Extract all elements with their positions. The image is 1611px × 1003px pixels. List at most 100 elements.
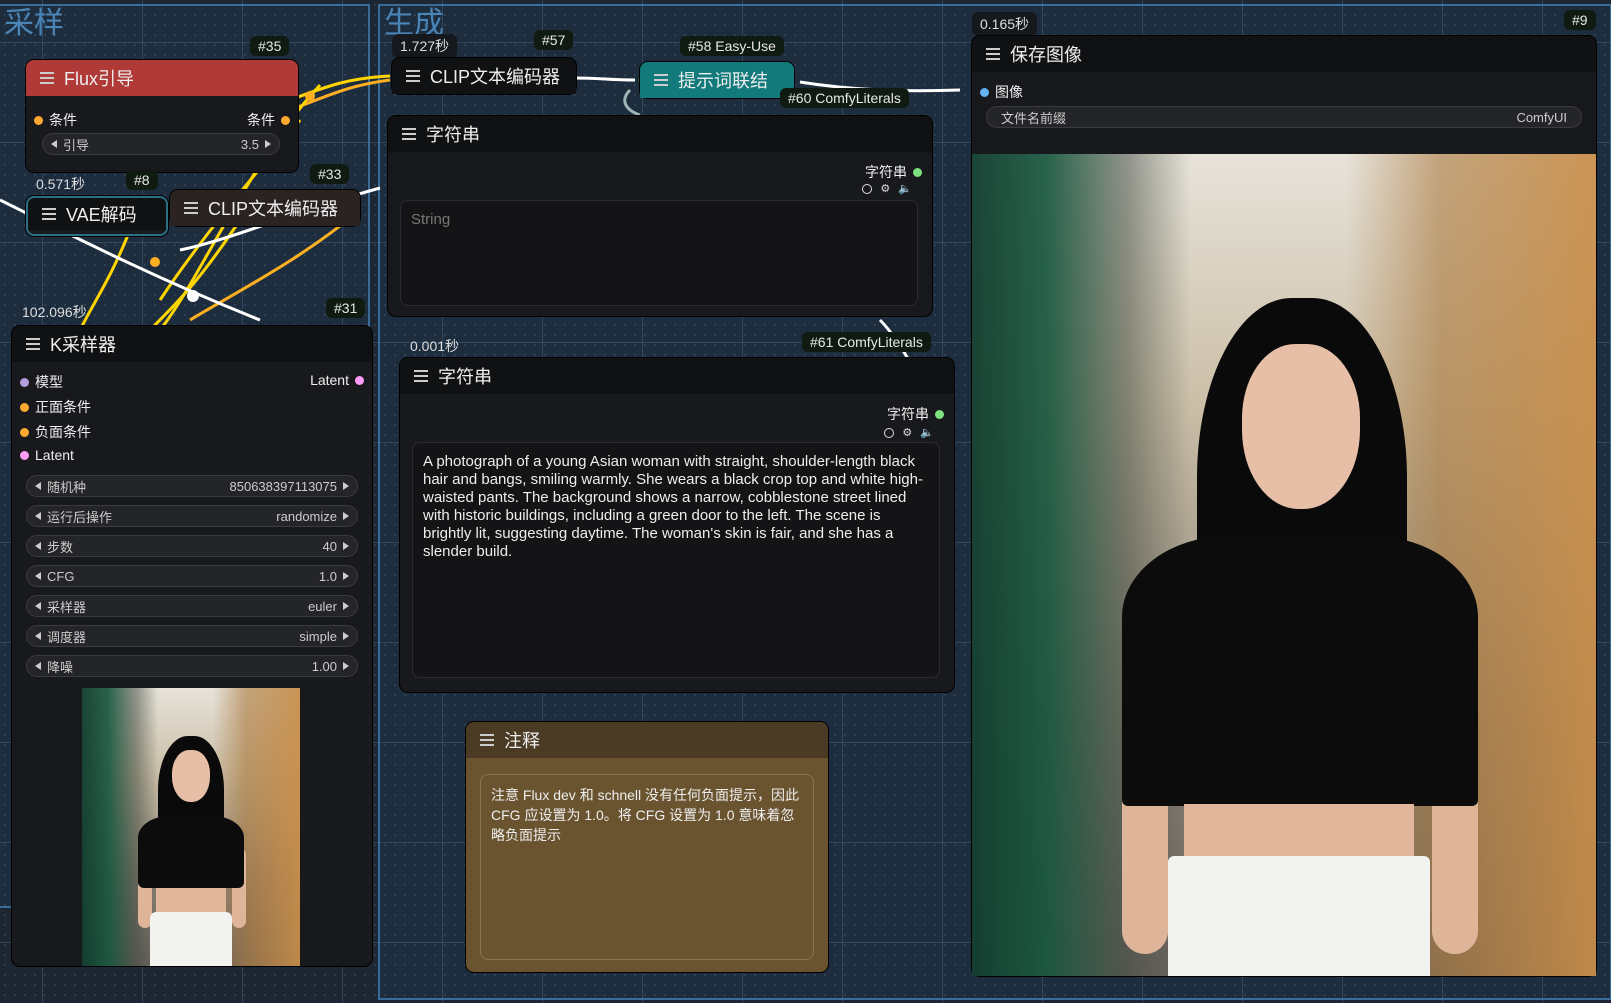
arrow-right-icon[interactable] [265,140,271,148]
slot-dot[interactable] [20,377,29,387]
node-header[interactable]: CLIP文本编码器 [170,190,360,226]
output-slot-string[interactable]: 字符串 [865,162,922,182]
input-slot-model[interactable]: 模型 [20,372,63,392]
sampler-widget[interactable]: 采样器 euler [26,595,358,617]
seed-widget[interactable]: 随机种 850638397113075 [26,475,358,497]
hamburger-icon[interactable] [480,731,494,749]
gear-icon[interactable]: ⚙ [902,426,912,439]
slot-dot[interactable] [20,450,29,460]
slot-dot[interactable] [34,115,43,125]
hamburger-icon[interactable] [402,125,416,143]
node-header[interactable]: 保存图像 [972,36,1596,72]
arrow-right-icon[interactable] [343,662,349,670]
arrow-right-icon[interactable] [343,512,349,520]
clip-text-encode-node-57[interactable]: CLIP文本编码器 [392,58,576,94]
face-shape [172,750,210,802]
steps-widget[interactable]: 步数 40 [26,535,358,557]
arrow-right-icon[interactable] [343,542,349,550]
prompt-join-node[interactable]: 提示词联结 [640,62,794,98]
control-after-generate-widget[interactable]: 运行后操作 randomize [26,505,358,527]
arrow-left-icon[interactable] [35,542,41,550]
arrow-left-icon[interactable] [35,572,41,580]
input-slot-negative[interactable]: 负面条件 [20,422,91,442]
circle-icon[interactable] [862,183,873,194]
node-header[interactable]: 字符串 [400,358,954,394]
input-slot-latent[interactable]: Latent [20,447,74,463]
note-node[interactable]: 注释 注意 Flux dev 和 schnell 没有任何负面提示，因此 CFG… [466,722,828,972]
node-id-badge: #61 ComfyLiterals [802,332,931,352]
hamburger-icon[interactable] [26,335,40,353]
hamburger-icon[interactable] [654,71,668,89]
arrow-right-icon[interactable] [343,632,349,640]
arrow-right-icon[interactable] [343,572,349,580]
widget-value: simple [299,628,337,644]
denoise-widget[interactable]: 降噪 1.00 [26,655,358,677]
slot-dot[interactable] [281,115,290,125]
output-image[interactable] [972,154,1596,976]
node-icons: ⚙ 🔈 [884,426,934,439]
hamburger-icon[interactable] [184,199,198,217]
node-header[interactable]: 字符串 [388,116,932,152]
slot-label: Latent [310,372,349,388]
arrow-left-icon[interactable] [35,482,41,490]
input-slot-positive[interactable]: 正面条件 [20,397,91,417]
arrow-right-icon[interactable] [343,602,349,610]
string-input[interactable]: String [400,200,918,306]
hamburger-icon[interactable] [406,67,420,85]
save-image-node[interactable]: 保存图像 图像 文件名前缀 ComfyUI [972,36,1596,976]
slot-dot[interactable] [355,375,364,385]
speaker-icon[interactable]: 🔈 [920,426,934,439]
gear-icon[interactable]: ⚙ [880,182,890,195]
arrow-right-icon[interactable] [343,482,349,490]
hamburger-icon[interactable] [42,205,56,223]
slot-dot[interactable] [935,409,944,419]
output-slot-latent[interactable]: Latent [310,372,364,388]
circle-icon[interactable] [884,427,895,438]
widget-label: 文件名前缀 [1001,110,1067,126]
node-header[interactable]: Flux引导 [26,60,298,96]
arrow-left-icon[interactable] [51,140,57,148]
string-node-60[interactable]: 字符串 字符串 ⚙ 🔈 String [388,116,932,316]
output-slot-conditioning[interactable]: 条件 [247,110,290,130]
scheduler-widget[interactable]: 调度器 simple [26,625,358,647]
node-header[interactable]: 注释 [466,722,828,758]
node-title: 字符串 [426,125,480,145]
node-title: 注释 [504,731,540,751]
speaker-icon[interactable]: 🔈 [898,182,912,195]
arrow-left-icon[interactable] [35,512,41,520]
node-header[interactable]: 提示词联结 [640,62,794,98]
slot-dot[interactable] [913,167,922,177]
flux-guidance-node[interactable]: Flux引导 条件 条件 引导 3.5 [26,60,298,172]
slot-dot[interactable] [980,87,989,97]
note-text-area[interactable]: 注意 Flux dev 和 schnell 没有任何负面提示，因此 CFG 应设… [480,774,814,960]
node-title: Flux引导 [64,69,135,89]
prompt-text-input[interactable]: A photograph of a young Asian woman with… [412,442,940,678]
arrow-left-icon[interactable] [35,662,41,670]
output-slot-string[interactable]: 字符串 [887,404,944,424]
widget-value: 3.5 [240,136,259,152]
hamburger-icon[interactable] [986,45,1000,63]
vae-decode-node[interactable]: VAE解码 [26,196,168,236]
slot-dot[interactable] [20,402,29,412]
ksampler-node[interactable]: K采样器 模型 正面条件 负面条件 Latent Latent 随机种 85063… [12,326,372,966]
node-header[interactable]: CLIP文本编码器 [392,58,576,94]
arrow-left-icon[interactable] [35,632,41,640]
hamburger-icon[interactable] [40,69,54,87]
preview-image[interactable] [82,688,300,966]
note-text: 注意 Flux dev 和 schnell 没有任何负面提示，因此 CFG 应设… [491,787,800,843]
slot-dot[interactable] [20,427,29,437]
guidance-widget[interactable]: 引导 3.5 [42,133,280,155]
node-header[interactable]: VAE解码 [28,198,166,230]
filename-prefix-widget[interactable]: 文件名前缀 ComfyUI [986,106,1582,128]
widget-value: 1.00 [311,658,337,674]
exec-time: 0.571秒 [36,176,86,192]
hamburger-icon[interactable] [414,367,428,385]
cfg-widget[interactable]: CFG 1.0 [26,565,358,587]
input-slot-conditioning[interactable]: 条件 [34,110,77,130]
arrow-left-icon[interactable] [35,602,41,610]
slot-label: 负面条件 [35,424,91,440]
input-slot-image[interactable]: 图像 [980,82,1023,102]
clip-text-encode-node-33[interactable]: CLIP文本编码器 [170,190,360,226]
string-node-61[interactable]: 字符串 字符串 ⚙ 🔈 A photograph of a young Asia… [400,358,954,692]
node-header[interactable]: K采样器 [12,326,372,362]
